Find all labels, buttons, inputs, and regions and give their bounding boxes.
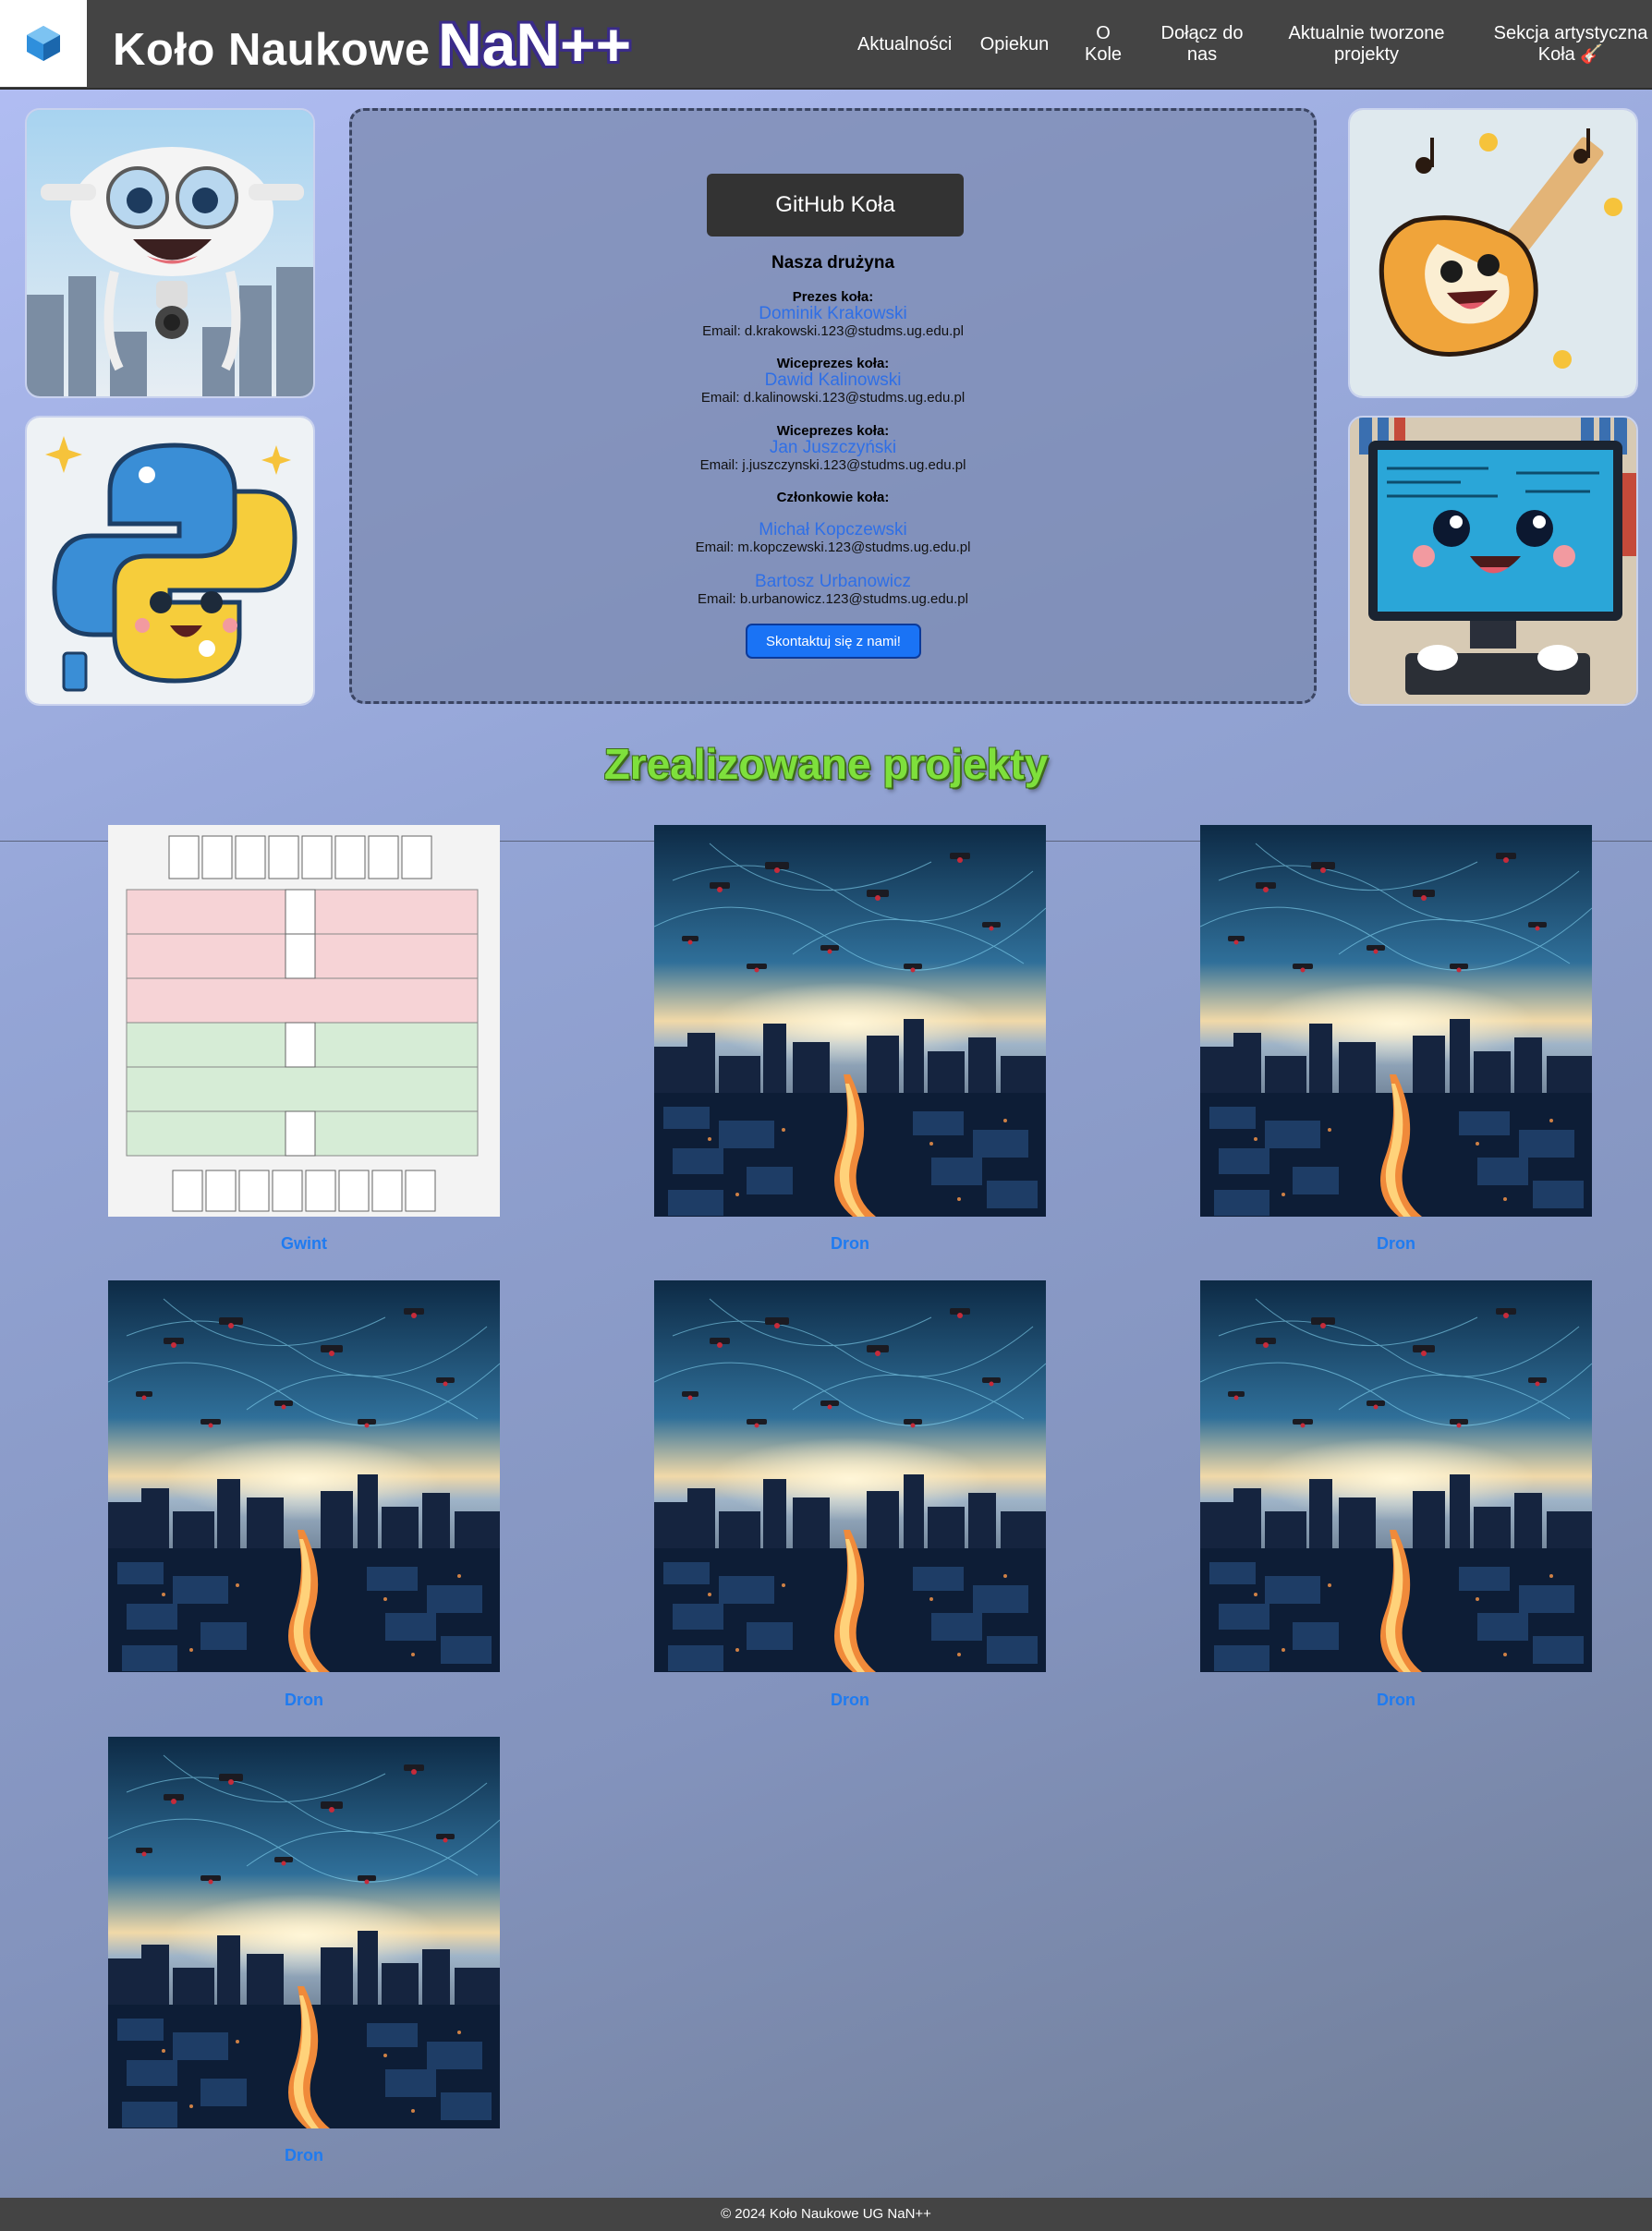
drones-over-city-icon [1200, 825, 1592, 1217]
nav-item-opiekun[interactable]: Opiekun [978, 34, 1051, 55]
python-mascot-image [25, 416, 315, 706]
nav-label: O Kole [1084, 23, 1123, 65]
nav-item-aktualne-projekty[interactable]: Aktualnie tworzone projekty [1279, 23, 1454, 66]
team-title: Nasza drużyna [771, 253, 895, 273]
member-name-link[interactable]: Michał Kopczewski [352, 520, 1314, 540]
member-email: Email: b.urbanowicz.123@studms.ug.edu.pl [698, 591, 968, 607]
project-label[interactable]: Dron [108, 2146, 500, 2165]
project-label[interactable]: Gwint [108, 1234, 500, 1254]
drones-over-city-icon [108, 1737, 500, 2128]
project-image-dron[interactable] [108, 1737, 500, 2128]
member-email: Email: d.krakowski.123@studms.ug.edu.pl [702, 323, 964, 339]
board-game-screenshot-icon [108, 825, 500, 1217]
member-email: Email: m.kopczewski.123@studms.ug.edu.pl [695, 540, 971, 555]
project-image-gwint[interactable] [108, 825, 500, 1217]
nav-item-aktualnosci[interactable]: Aktualności [857, 34, 953, 55]
drone-robot-image [25, 108, 315, 398]
nav-label: Aktualnie tworzone projekty [1288, 23, 1445, 65]
drones-over-city-icon [654, 1280, 1046, 1672]
nav-item-dolacz[interactable]: Dołącz do nas [1155, 23, 1249, 66]
member-name-link[interactable]: Bartosz Urbanowicz [352, 572, 1314, 592]
nav-item-sekcja-artystyczna[interactable]: Sekcja artystyczna Koła 🎸 [1489, 23, 1652, 66]
drones-over-city-icon [1200, 1280, 1592, 1672]
footer-text: © 2024 Koło Naukowe UG NaN++ [721, 2206, 931, 2222]
project-image-dron[interactable] [654, 825, 1046, 1217]
member-name-link[interactable]: Dawid Kalinowski [352, 370, 1314, 391]
members-heading: Członkowie koła: [776, 490, 890, 505]
role-label: Wiceprezes koła: [776, 356, 890, 371]
site-logo[interactable] [0, 0, 87, 87]
footer: © 2024 Koło Naukowe UG NaN++ [0, 2198, 1652, 2231]
brand-name: Koło Naukowe [113, 25, 431, 75]
projects-title: Zrealizowane projekty [603, 740, 1049, 788]
nav-label: Sekcja artystyczna Koła 🎸 [1493, 23, 1648, 65]
project-image-dron[interactable] [1200, 1280, 1592, 1672]
cube-logo-icon [27, 26, 60, 61]
drones-over-city-icon [654, 825, 1046, 1217]
nav-label: Dołącz do nas [1160, 23, 1244, 65]
brand-tag: NaN++ [438, 10, 632, 79]
project-label[interactable]: Dron [654, 1234, 1046, 1254]
nav-label: Opiekun [979, 34, 1050, 55]
project-label[interactable]: Dron [1200, 1234, 1592, 1254]
project-label[interactable]: Dron [108, 1691, 500, 1710]
role-label: Wiceprezes koła: [776, 423, 890, 439]
nav-label: Aktualności [857, 34, 953, 55]
member-name-link[interactable]: Dominik Krakowski [352, 304, 1314, 324]
guitar-mascot-image [1348, 108, 1638, 398]
python-mascot-illustration-icon [27, 418, 313, 704]
role-label: Prezes koła: [792, 289, 874, 305]
project-image-dron[interactable] [654, 1280, 1046, 1672]
member-name-link[interactable]: Jan Juszczyński [352, 438, 1314, 458]
contact-button[interactable]: Skontaktuj się z nami! [746, 624, 921, 659]
drones-over-city-icon [108, 1280, 500, 1672]
nav-item-o-kole[interactable]: O Kole [1079, 23, 1127, 66]
project-image-dron[interactable] [108, 1280, 500, 1672]
computer-mascot-image [1348, 416, 1638, 706]
computer-mascot-illustration-icon [1350, 418, 1636, 704]
drone-robot-illustration-icon [27, 110, 313, 396]
guitar-mascot-illustration-icon [1350, 110, 1636, 396]
member-email: Email: j.juszczynski.123@studms.ug.edu.p… [699, 457, 966, 473]
top-navigation-bar: Koło Naukowe NaN++ Aktualności Opiekun O… [0, 0, 1652, 90]
member-email: Email: d.kalinowski.123@studms.ug.edu.pl [700, 390, 966, 406]
project-label[interactable]: Dron [654, 1691, 1046, 1710]
project-image-dron[interactable] [1200, 825, 1592, 1217]
team-card: GitHub Koła Nasza drużyna Prezes koła: D… [349, 108, 1317, 704]
github-button[interactable]: GitHub Koła [707, 174, 964, 236]
project-label[interactable]: Dron [1200, 1691, 1592, 1710]
